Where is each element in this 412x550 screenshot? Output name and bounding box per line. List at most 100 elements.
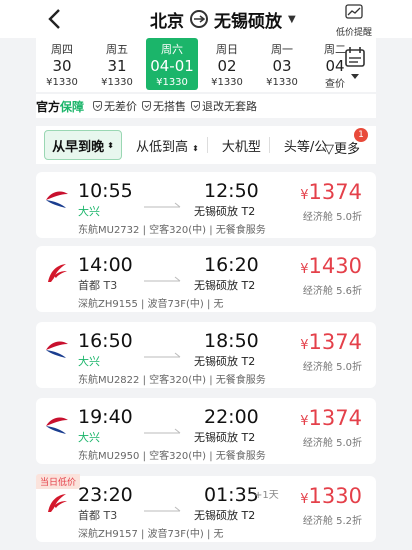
sort-toggle-icon: ⬍ (192, 143, 199, 153)
departure-airport: 首都 T3 (78, 509, 118, 522)
arrival-airport: 无锡硕放 T2 (194, 279, 256, 292)
shield-check-icon (93, 101, 103, 111)
date-item[interactable]: 周日 02 ¥1330 (201, 38, 253, 90)
cabin-discount: 经济舱 5.0折 (302, 438, 362, 449)
date-weekday: 周日 (216, 43, 238, 56)
flight-card[interactable]: 14:00 首都 T3 16:20 无锡硕放 T2 深航ZH9155 | 波音7… (36, 246, 376, 312)
cabin-discount: 经济舱 5.0折 (302, 362, 362, 373)
cabin-discount: 经济舱 5.2折 (302, 516, 362, 527)
flight-arrow-icon (144, 352, 181, 358)
next-day-indicator: +1天 (254, 490, 279, 501)
guarantee-brand-highlight: 保障 (60, 99, 85, 114)
arrival-time: 16:20 (204, 254, 259, 276)
dropdown-caret-icon: ▼ (288, 13, 296, 25)
date-selector: 周四 30 ¥1330 周五 31 ¥1330 周六 04-01 ¥1330 周… (36, 38, 376, 92)
departure-time: 16:50 (78, 330, 133, 352)
flight-card[interactable]: 16:50 大兴 18:50 无锡硕放 T2 东航MU2822 | 空客320(… (36, 322, 376, 388)
sort-time-button[interactable]: 从早到晚 ⬍ (44, 130, 122, 160)
price-alert-label: 低价提醒 (335, 28, 372, 38)
arrival-airport: 无锡硕放 T2 (194, 431, 256, 444)
date-weekday: 周一 (271, 43, 293, 56)
cabin-discount: 经济舱 5.0折 (302, 212, 362, 223)
date-day: 02 (217, 57, 237, 75)
aircraft-filter-button[interactable]: 大机型 (222, 136, 261, 155)
arrival-time: 22:00 (204, 406, 259, 428)
guarantee-text: 无搭售 (153, 100, 187, 113)
price-value: 1374 (308, 180, 362, 204)
flight-info: 东航MU2950 | 空客320(中) | 无餐食服务 (78, 451, 266, 462)
flight-arrow-icon (144, 202, 181, 208)
sort-price-button[interactable]: 从低到高 ⬍ (136, 136, 199, 155)
date-weekday: 周五 (106, 43, 128, 56)
cabin-filter-button[interactable]: 头等/公 (284, 136, 328, 155)
china-eastern-logo-icon (46, 191, 68, 208)
more-filters-button[interactable]: ▽更多 (324, 138, 360, 157)
origin-city: 北京 (150, 11, 184, 32)
shenzhen-airlines-logo-icon (48, 494, 67, 512)
departure-time: 23:20 (78, 484, 133, 506)
date-price: ¥1330 (101, 77, 133, 88)
departure-time: 10:55 (78, 180, 133, 202)
divider (268, 137, 270, 153)
departure-airport: 大兴 (78, 355, 100, 368)
arrival-airport: 无锡硕放 T2 (194, 355, 256, 368)
date-weekday: 周四 (51, 43, 73, 56)
date-price: ¥1330 (266, 77, 298, 88)
guarantee-item: 退改无套路 (191, 98, 257, 114)
arrival-airport: 无锡硕放 T2 (194, 205, 256, 218)
low-price-tag: 当日低价 (36, 474, 81, 489)
flight-info: 东航MU2822 | 空客320(中) | 无餐食服务 (78, 375, 266, 386)
back-arrow-icon[interactable] (44, 6, 66, 32)
flight-info: 深航ZH9155 | 波音73F(中) | 无 (78, 299, 224, 310)
price-value: 1330 (308, 484, 362, 508)
sort-toggle-icon: ⬍ (107, 140, 114, 150)
calendar-button[interactable] (338, 44, 372, 84)
arrival-time: 18:50 (204, 330, 259, 352)
guarantee-item: 无搭售 (142, 98, 186, 114)
route-title[interactable]: 北京 无锡硕放 ▼ (150, 7, 296, 32)
date-price: ¥1330 (211, 77, 243, 88)
date-day: 04-01 (150, 57, 194, 75)
date-item[interactable]: 周四 30 ¥1330 (36, 38, 88, 90)
top-bar: 北京 无锡硕放 ▼ 低价提醒 (0, 0, 412, 38)
shenzhen-airlines-logo-icon (48, 264, 67, 282)
shield-check-icon (191, 101, 201, 111)
price-alert-button[interactable]: 低价提醒 (334, 4, 374, 38)
date-item[interactable]: 周一 03 ¥1330 (256, 38, 308, 90)
flight-card[interactable]: 10:55 大兴 12:50 无锡硕放 T2 东航MU2732 | 空客320(… (36, 172, 376, 238)
swap-plane-icon (190, 10, 208, 28)
date-item[interactable]: 周五 31 ¥1330 (91, 38, 143, 90)
departure-airport: 首都 T3 (78, 279, 118, 292)
china-eastern-logo-icon (46, 417, 68, 434)
flight-arrow-icon (144, 428, 181, 434)
departure-airport: 大兴 (78, 431, 100, 444)
arrival-time: 01:35 (204, 484, 259, 506)
date-day: 31 (107, 57, 127, 75)
filter-count-badge: 1 (354, 128, 368, 142)
flight-info: 东航MU2732 | 空客320(中) | 无餐食服务 (78, 225, 266, 236)
calendar-icon (345, 47, 365, 79)
date-price: ¥1330 (156, 77, 188, 88)
guarantee-brand: 官方 (36, 99, 61, 114)
guarantee-text: 无差价 (104, 100, 138, 113)
filter-funnel-icon: ▽ (324, 142, 334, 157)
price-trend-icon (345, 4, 363, 19)
flight-price: ¥1330 (300, 484, 362, 508)
guarantee-bar[interactable]: 官方 保障 无差价 无搭售 退改无套路 (36, 94, 376, 118)
china-eastern-logo-icon (46, 341, 68, 358)
flight-info: 深航ZH9157 | 波音73F(中) | 无 (78, 529, 224, 540)
shield-check-icon (142, 101, 152, 111)
flight-card[interactable]: 19:40 大兴 22:00 无锡硕放 T2 东航MU2950 | 空客320(… (36, 398, 376, 464)
flight-arrow-icon (144, 276, 181, 282)
flight-price: ¥1374 (300, 330, 362, 354)
date-item-selected[interactable]: 周六 04-01 ¥1330 (146, 38, 198, 90)
sort-time-label: 从早到晚 (52, 139, 105, 155)
flight-card[interactable]: 当日低价 23:20 首都 T3 01:35 +1天 无锡硕放 T2 深航ZH9… (36, 474, 376, 542)
guarantee-item: 无差价 (93, 98, 137, 114)
destination-city: 无锡硕放 (214, 11, 282, 32)
flight-arrow-icon (144, 506, 181, 512)
sort-price-label: 从低到高 (136, 139, 189, 155)
price-value: 1430 (308, 254, 362, 278)
arrival-airport: 无锡硕放 T2 (194, 509, 256, 522)
date-price: ¥1330 (46, 77, 78, 88)
